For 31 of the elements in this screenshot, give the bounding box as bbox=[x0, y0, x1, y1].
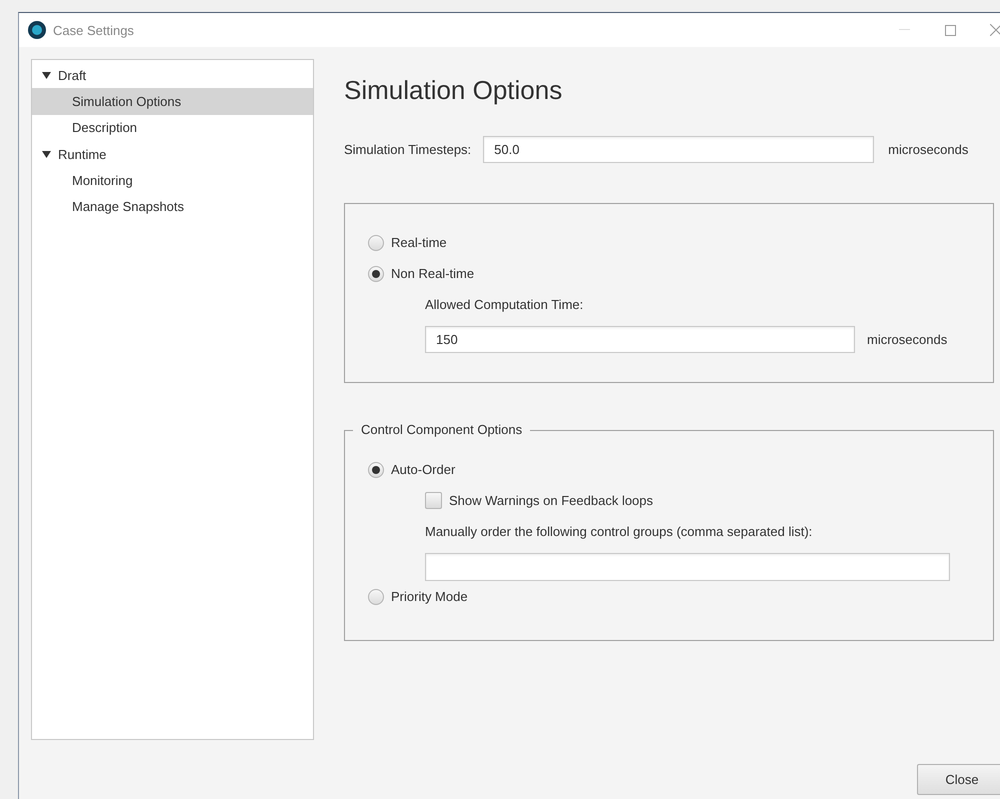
tree-item[interactable]: Monitoring bbox=[32, 167, 313, 194]
tree-item[interactable]: Draft bbox=[32, 62, 313, 88]
radio-button[interactable] bbox=[368, 266, 384, 282]
app-logo-icon bbox=[28, 21, 46, 39]
input-field[interactable]: 150 bbox=[425, 326, 855, 353]
tree-item[interactable]: Runtime bbox=[32, 140, 313, 168]
tree-item[interactable]: Manage Snapshots bbox=[32, 193, 313, 220]
window-title: Case Settings bbox=[53, 22, 134, 38]
radio-button[interactable] bbox=[368, 588, 384, 604]
radio-button[interactable] bbox=[368, 462, 384, 478]
radio-option[interactable]: Priority Mode bbox=[368, 581, 970, 612]
unit-label: microseconds bbox=[867, 332, 948, 347]
tree-item[interactable]: Description bbox=[32, 114, 313, 141]
page-heading: Simulation Options bbox=[344, 75, 564, 106]
field-label: Allowed Computation Time: bbox=[425, 296, 584, 314]
radio-option[interactable]: Non Real-time bbox=[368, 258, 970, 289]
input-field[interactable]: 50.0 bbox=[483, 136, 874, 163]
radio-option[interactable]: Auto-Order bbox=[368, 454, 970, 485]
field-label: Simulation Timesteps: bbox=[344, 142, 472, 157]
radio-button[interactable] bbox=[368, 234, 384, 250]
radio-option[interactable]: Real-time bbox=[368, 227, 970, 258]
collapse-triangle-icon[interactable] bbox=[42, 150, 51, 158]
group-title: Control Component Options bbox=[353, 422, 530, 437]
checkbox[interactable] bbox=[425, 492, 442, 509]
unit-label: microseconds bbox=[888, 142, 968, 157]
field-label: Manually order the following control groups (comma separated list): bbox=[425, 523, 814, 541]
collapse-triangle-icon[interactable] bbox=[42, 71, 51, 80]
tree-item[interactable]: Simulation Options bbox=[32, 88, 313, 115]
close-button[interactable]: Close bbox=[917, 764, 1000, 795]
checkbox-option[interactable]: Show Warnings on Feedback loops bbox=[425, 485, 970, 516]
input-field[interactable] bbox=[425, 553, 950, 581]
